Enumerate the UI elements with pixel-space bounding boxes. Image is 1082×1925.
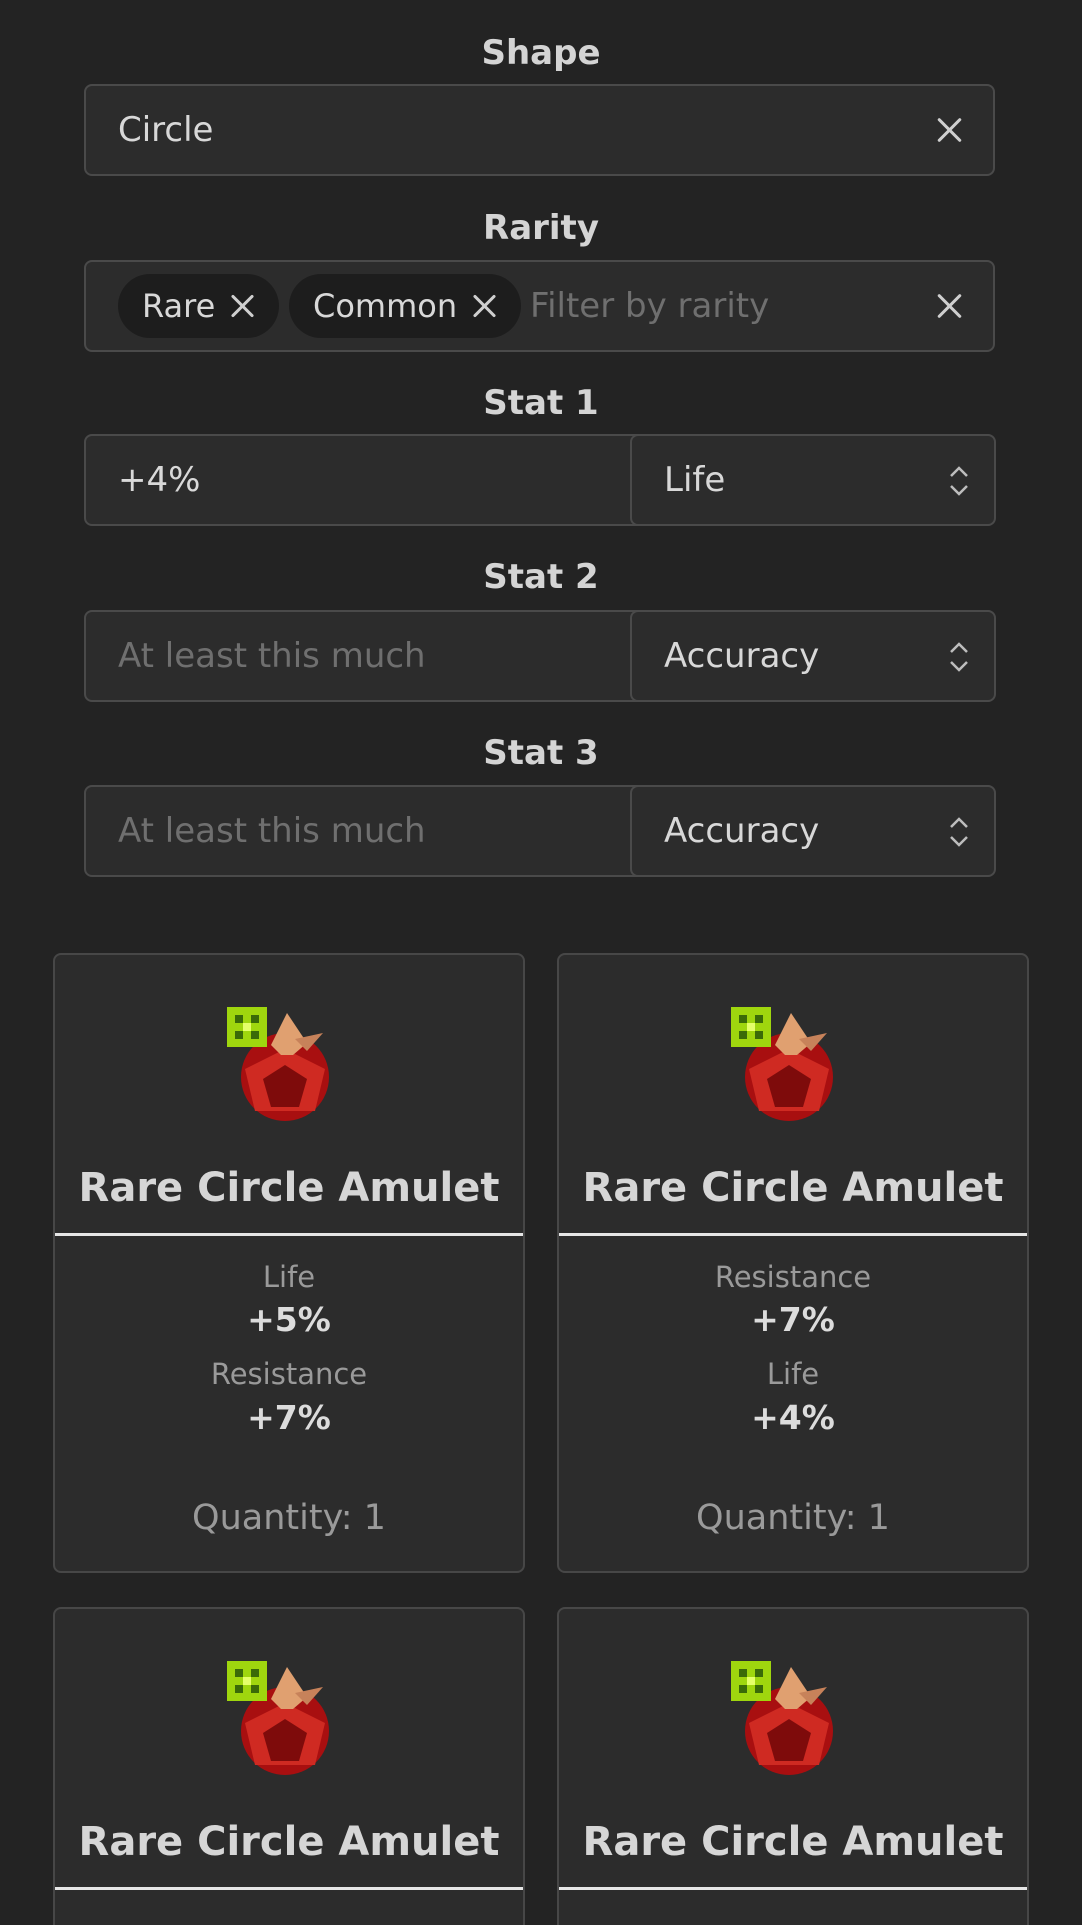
item-quantity: Quantity: 1 bbox=[696, 1498, 890, 1538]
remove-tag-icon[interactable] bbox=[471, 293, 497, 319]
stat2-row: At least this much Accuracy bbox=[84, 610, 996, 702]
stat1-row: +4% Life bbox=[84, 434, 996, 526]
item-card[interactable]: Rare Circle Amulet Life +5% Resistance +… bbox=[53, 953, 525, 1573]
red-amulet-icon bbox=[731, 1661, 833, 1775]
clear-rarity-icon[interactable] bbox=[931, 288, 967, 324]
item-stat-name: Life bbox=[766, 1357, 820, 1391]
rarity-label: Rarity bbox=[483, 208, 599, 248]
chevron-updown-icon bbox=[950, 466, 968, 496]
item-title: Rare Circle Amulet bbox=[582, 1165, 1004, 1211]
rarity-tag-common: Common bbox=[289, 274, 522, 338]
stat1-type-select[interactable]: Life bbox=[630, 434, 996, 526]
item-title: Rare Circle Amulet bbox=[582, 1819, 1004, 1865]
stat2-type-select[interactable]: Accuracy bbox=[630, 610, 996, 702]
page: Shape Circle Rarity Rare Common Filter b… bbox=[0, 0, 1082, 1925]
red-amulet-icon bbox=[227, 1007, 329, 1121]
item-card[interactable]: Rare Circle Amulet bbox=[557, 1607, 1029, 1925]
stat2-label: Stat 2 bbox=[483, 557, 599, 597]
item-title: Rare Circle Amulet bbox=[78, 1165, 500, 1211]
rarity-tag-label: Rare bbox=[142, 287, 216, 325]
remove-tag-icon[interactable] bbox=[229, 293, 255, 319]
stat3-value-input[interactable]: At least this much bbox=[86, 787, 630, 875]
item-stat-value: +4% bbox=[751, 1398, 835, 1437]
item-stat-name: Resistance bbox=[210, 1357, 368, 1391]
rarity-tag-rare: Rare bbox=[118, 274, 280, 338]
red-amulet-icon bbox=[227, 1661, 329, 1775]
item-card[interactable]: Rare Circle Amulet bbox=[53, 1607, 525, 1925]
red-amulet-icon bbox=[731, 1007, 833, 1121]
rarity-filter-input[interactable]: Filter by rarity bbox=[530, 262, 769, 350]
item-card[interactable]: Rare Circle Amulet Resistance +7% Life +… bbox=[557, 953, 1029, 1573]
shape-label: Shape bbox=[481, 33, 601, 73]
stat2-value-input[interactable]: At least this much bbox=[86, 612, 630, 700]
shape-select[interactable]: Circle bbox=[84, 84, 995, 176]
item-stat-name: Resistance bbox=[714, 1260, 872, 1294]
rarity-tag-label: Common bbox=[313, 287, 458, 325]
divider bbox=[55, 1233, 523, 1236]
clear-shape-icon[interactable] bbox=[931, 112, 967, 148]
stat3-type-value: Accuracy bbox=[664, 811, 820, 851]
chevron-updown-icon bbox=[950, 817, 968, 847]
item-stat-value: +7% bbox=[247, 1398, 331, 1437]
item-title: Rare Circle Amulet bbox=[78, 1819, 500, 1865]
stat3-type-select[interactable]: Accuracy bbox=[630, 785, 996, 877]
stat3-row: At least this much Accuracy bbox=[84, 785, 996, 877]
stat2-type-value: Accuracy bbox=[664, 636, 820, 676]
divider bbox=[559, 1233, 1027, 1236]
stat1-label: Stat 1 bbox=[483, 383, 599, 423]
item-stat-value: +7% bbox=[751, 1300, 835, 1339]
divider bbox=[55, 1887, 523, 1890]
stat3-label: Stat 3 bbox=[483, 733, 599, 773]
divider bbox=[559, 1887, 1027, 1890]
stat1-type-value: Life bbox=[664, 460, 726, 500]
chevron-updown-icon bbox=[950, 642, 968, 672]
stat1-value-input[interactable]: +4% bbox=[86, 436, 630, 524]
shape-value: Circle bbox=[118, 110, 214, 150]
item-quantity: Quantity: 1 bbox=[192, 1498, 386, 1538]
rarity-multiselect[interactable]: Rare Common Filter by rarity bbox=[84, 260, 995, 352]
item-stat-value: +5% bbox=[247, 1300, 331, 1339]
item-stat-name: Life bbox=[262, 1260, 316, 1294]
